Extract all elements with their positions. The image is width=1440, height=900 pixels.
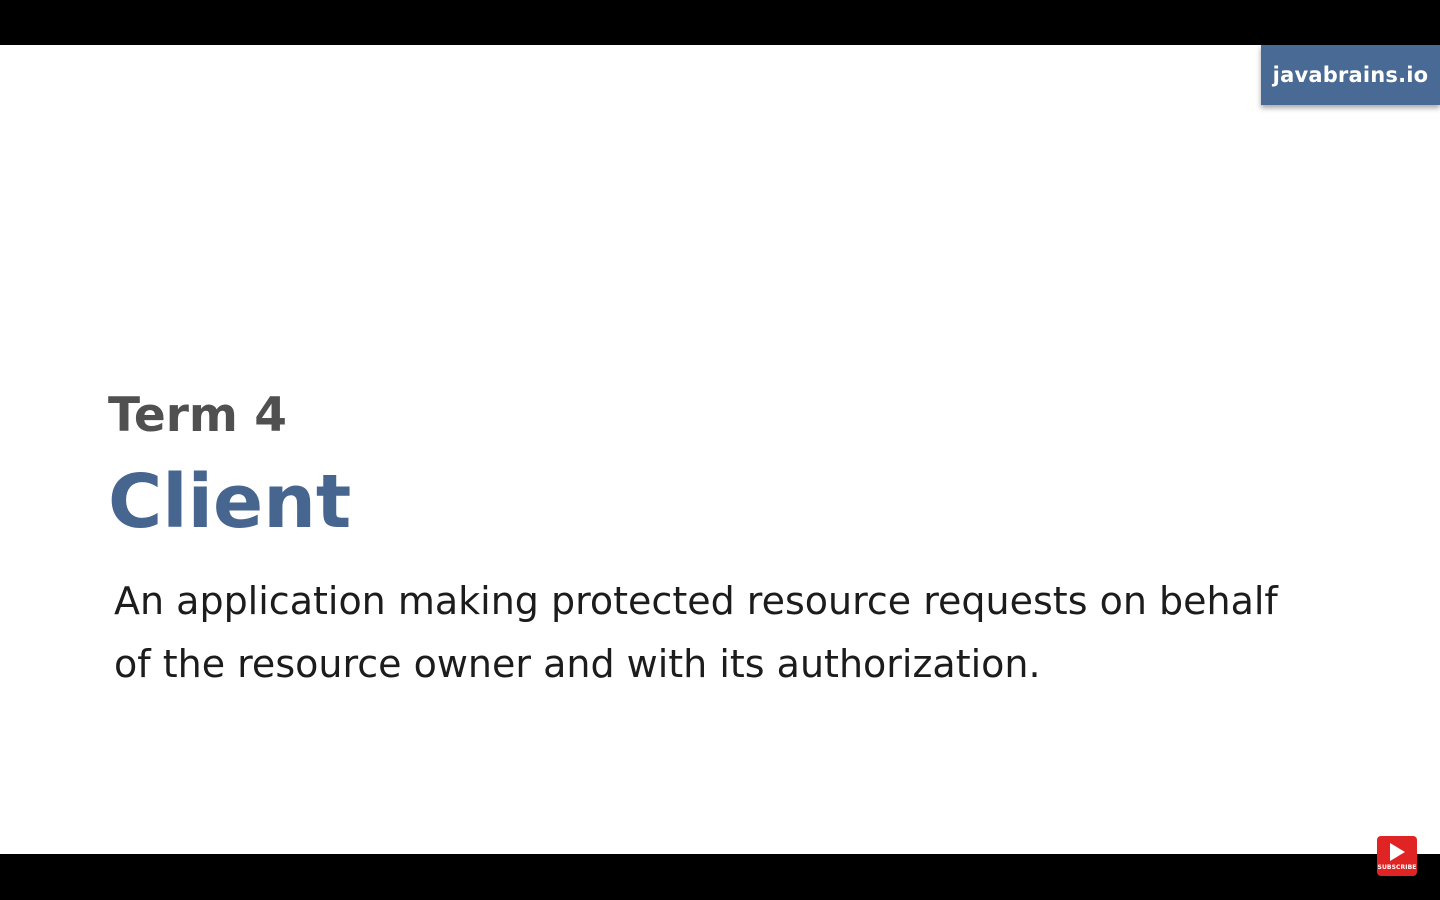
term-definition: An application making protected resource… (114, 579, 1278, 686)
play-icon (1389, 843, 1405, 861)
brand-badge: javabrains.io (1261, 45, 1440, 105)
term-title: Client (108, 459, 352, 545)
term-number: Term 4 (108, 388, 287, 443)
subscribe-button[interactable]: SUBSCRIBE (1377, 836, 1417, 876)
letterbox-bottom (0, 854, 1440, 900)
letterbox-top (0, 0, 1440, 45)
slide: javabrains.io Term 4 Client An applicati… (0, 45, 1440, 854)
brand-label: javabrains.io (1272, 63, 1429, 87)
subscribe-label: SUBSCRIBE (1377, 864, 1417, 871)
video-frame: javabrains.io Term 4 Client An applicati… (0, 0, 1440, 900)
